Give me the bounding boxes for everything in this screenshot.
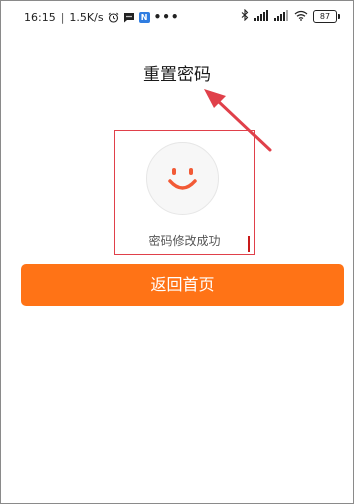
bluetooth-icon xyxy=(241,8,249,24)
wifi-icon xyxy=(294,10,308,24)
status-right: 87 xyxy=(241,8,340,24)
status-bar: 16:15 | 1.5K/s N ••• 87 xyxy=(0,0,354,34)
signal-icon xyxy=(254,9,269,24)
annotation-highlight-box xyxy=(114,130,255,255)
page-title: 重置密码 xyxy=(143,65,211,85)
message-icon xyxy=(123,12,135,23)
battery-icon: 87 xyxy=(313,10,340,23)
status-left: 16:15 | 1.5K/s N ••• xyxy=(24,10,180,24)
battery-cap xyxy=(338,14,340,19)
signal-icon-2 xyxy=(274,9,289,24)
annotation-mark xyxy=(248,236,250,252)
battery-level: 87 xyxy=(313,10,337,23)
alarm-icon xyxy=(108,12,119,23)
status-time: 16:15 xyxy=(24,10,56,24)
n-app-icon: N xyxy=(138,11,150,23)
status-separator: | xyxy=(60,10,65,24)
back-home-button[interactable]: 返回首页 xyxy=(21,264,344,306)
network-speed: 1.5K/s xyxy=(69,10,104,24)
more-dots-icon: ••• xyxy=(153,10,180,24)
